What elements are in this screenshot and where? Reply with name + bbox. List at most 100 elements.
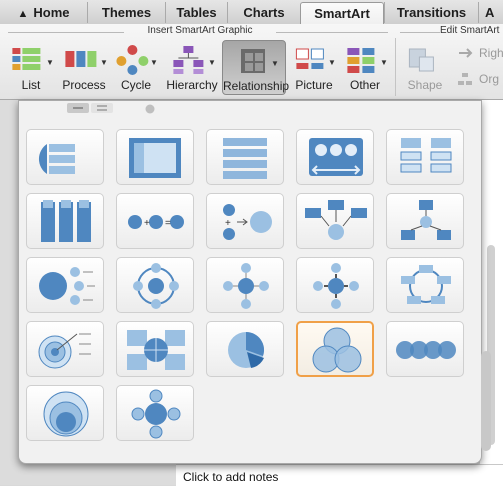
pie-graphic-icon	[228, 331, 265, 368]
tab-charts[interactable]: Charts	[227, 2, 300, 23]
tab-tables[interactable]: Tables	[165, 2, 227, 23]
radial-list-graphic-icon	[39, 267, 95, 305]
svg-text:=: =	[165, 218, 171, 229]
chevron-down-icon: ▼	[328, 58, 336, 67]
cycle-matrix-quad-graphic-icon	[127, 330, 185, 370]
tab-themes[interactable]: Themes	[87, 2, 165, 23]
process-layout-icon	[65, 51, 97, 67]
ribbon-panel: Insert SmartArt Graphic Edit SmartArt ▼ …	[0, 24, 503, 100]
gallery-item-6[interactable]: + =	[116, 193, 194, 249]
gallery-item-16[interactable]	[116, 321, 194, 377]
process-button[interactable]: ▼ Process	[58, 40, 110, 95]
tab-smartart-label: SmartArt	[314, 6, 370, 21]
picture-button[interactable]: ▼ Picture	[290, 40, 338, 95]
chevron-down-icon: ▼	[46, 58, 54, 67]
other-button-label: Other	[349, 78, 380, 92]
gallery-item-8[interactable]	[296, 193, 374, 249]
svg-text:+: +	[225, 218, 231, 229]
tab-transitions[interactable]: Transitions	[384, 2, 478, 23]
process-button-label: Process	[62, 78, 106, 92]
close-icon[interactable]	[145, 104, 155, 114]
cycle-button-label: Cycle	[120, 78, 151, 92]
group-divider-line	[400, 32, 440, 33]
tab-charts-label: Charts	[243, 5, 285, 20]
tab-animations-label: A	[485, 5, 495, 20]
cycle-layout-icon	[116, 45, 149, 75]
gallery-item-10[interactable]	[26, 257, 104, 313]
equation-graphic-icon: + =	[128, 215, 184, 229]
gallery-item-11[interactable]	[116, 257, 194, 313]
right-to-left-icon	[459, 48, 473, 58]
edit-group-title: Edit SmartArt	[440, 25, 500, 36]
hierarchy-relationship-graphic-icon	[401, 200, 451, 240]
org-chart-icon	[458, 73, 472, 85]
gallery-scrollbar[interactable]	[481, 351, 491, 451]
relationship-gallery-popup: + = +	[18, 100, 491, 464]
group-separator	[395, 38, 396, 96]
gallery-item-0[interactable]	[26, 129, 104, 185]
org-chart-button[interactable]: Org	[455, 70, 503, 90]
hierarchy-layout-icon	[173, 46, 204, 74]
relationship-button[interactable]: ▼ Relationship	[222, 40, 290, 95]
stacked-list-graphic-icon	[223, 138, 267, 179]
gallery-item-2[interactable]	[206, 129, 284, 185]
tab-home[interactable]: ▲ Home	[0, 2, 87, 23]
counterbalance-arrows-graphic-icon	[309, 138, 363, 176]
tab-transitions-label: Transitions	[396, 5, 467, 20]
gallery-item-13[interactable]	[296, 257, 374, 313]
svg-text:+: +	[144, 218, 150, 229]
basic-venn-graphic-icon	[312, 327, 362, 373]
list-layout-icon	[12, 48, 41, 70]
gallery-item-12[interactable]	[206, 257, 284, 313]
relationship-layout-icon	[241, 49, 265, 73]
gallery-item-15[interactable]	[26, 321, 104, 377]
converging-arrows-graphic-icon	[305, 200, 367, 240]
plus-equals-graphic-icon: +	[223, 204, 272, 240]
picture-layout-icon	[295, 48, 324, 69]
gallery-item-5[interactable]	[26, 193, 104, 249]
house-icon: ▲	[17, 8, 29, 20]
hierarchy-button[interactable]: ▼ Hierarchy	[164, 40, 220, 95]
gallery-item-21[interactable]	[116, 385, 194, 441]
tab-animations[interactable]: A	[478, 2, 503, 23]
list-button[interactable]: ▼ List	[6, 40, 56, 95]
group-divider-line	[8, 32, 124, 33]
cycle-matrix-graphic-icon	[401, 265, 451, 304]
gallery-item-20[interactable]	[26, 385, 104, 441]
chevron-down-icon: ▼	[271, 59, 279, 68]
gallery-item-19[interactable]	[386, 321, 464, 377]
gallery-item-4[interactable]	[386, 129, 464, 185]
list-button-label: List	[21, 78, 41, 92]
tab-tables-label: Tables	[176, 5, 217, 20]
cycle-button[interactable]: ▼ Cycle	[112, 40, 160, 95]
tab-home-label: Home	[33, 5, 70, 20]
relationship-button-label: Relationship	[223, 79, 290, 93]
vertical-bracket-graphic-icon	[41, 200, 91, 242]
picture-button-label: Picture	[295, 78, 333, 92]
tab-themes-label: Themes	[101, 5, 152, 20]
gallery-item-3[interactable]	[296, 129, 374, 185]
group-divider-line	[276, 32, 388, 33]
gallery-item-7[interactable]: +	[206, 193, 284, 249]
gallery-item-9[interactable]	[386, 193, 464, 249]
right-to-left-button[interactable]: Righ	[455, 44, 503, 64]
linear-venn-graphic-icon	[396, 341, 456, 359]
gallery-item-1[interactable]	[116, 129, 194, 185]
chevron-down-icon: ▼	[208, 58, 216, 67]
other-button[interactable]: ▼ Other	[340, 40, 390, 95]
grouped-list-graphic-icon	[400, 138, 452, 173]
gallery-item-17[interactable]	[206, 321, 284, 377]
shape-button[interactable]: Shape	[400, 40, 450, 95]
insert-group-title: Insert SmartArt Graphic	[147, 25, 253, 36]
chevron-down-icon: ▼	[380, 58, 388, 67]
diverging-radial-graphic-icon	[313, 263, 359, 309]
table-grid-graphic-icon	[129, 138, 181, 178]
tab-smartart[interactable]: SmartArt	[300, 2, 384, 25]
notes-placeholder[interactable]: Click to add notes	[183, 470, 278, 484]
target-list-graphic-icon	[38, 333, 91, 369]
view-toggle-icon[interactable]	[67, 103, 137, 115]
gallery-item-18[interactable]	[296, 321, 374, 377]
gallery-item-14[interactable]	[386, 257, 464, 313]
shape-icon	[408, 48, 434, 72]
right-to-left-label: Righ	[479, 46, 503, 60]
